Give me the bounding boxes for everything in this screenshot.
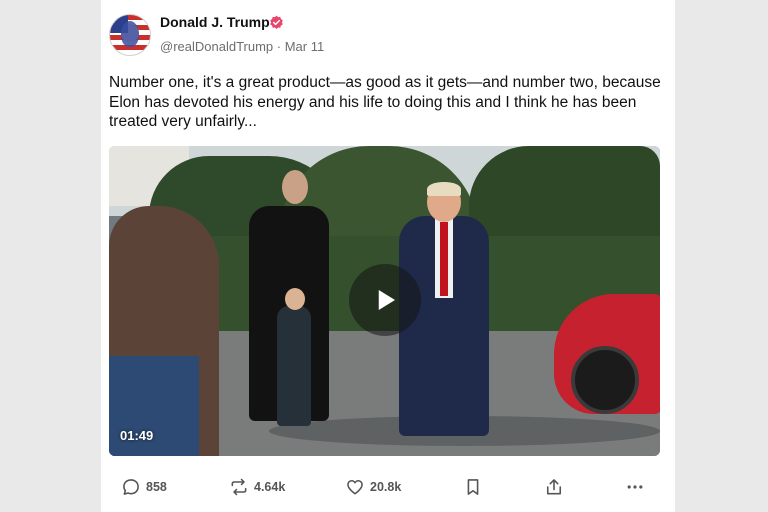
share-button[interactable] <box>544 470 564 504</box>
meta-separator: · <box>273 39 285 54</box>
comment-icon <box>123 479 139 495</box>
author-name[interactable]: Donald J. Trump <box>160 14 270 30</box>
video-player[interactable]: 01:49 <box>109 146 660 456</box>
video-duration: 01:49 <box>120 428 154 443</box>
like-button[interactable]: 20.8k <box>345 470 401 504</box>
post-meta: @realDonaldTrump · Mar 11 <box>160 39 324 54</box>
bookmark-icon <box>467 479 479 495</box>
play-button[interactable] <box>349 264 421 336</box>
reply-count: 858 <box>146 480 167 494</box>
play-icon <box>378 290 395 310</box>
reply-button[interactable]: 858 <box>121 470 167 504</box>
video-frame-child-head <box>285 288 305 310</box>
post-date[interactable]: Mar 11 <box>285 39 325 54</box>
heart-icon <box>347 479 363 495</box>
bookmark-button[interactable] <box>463 470 483 504</box>
verified-badge-icon <box>270 15 283 29</box>
share-icon <box>546 479 562 495</box>
repost-icon <box>231 478 247 496</box>
post-text: Number one, it's a great product—as good… <box>109 74 661 130</box>
repost-count: 4.64k <box>254 480 286 494</box>
post-card: Donald J. Trump @realDonaldTrump · Mar 1… <box>101 0 675 512</box>
repost-button[interactable]: 4.64k <box>229 470 285 504</box>
avatar[interactable] <box>109 14 151 56</box>
more-button[interactable] <box>625 470 645 504</box>
video-frame-tie <box>440 222 448 296</box>
more-icon <box>627 485 643 489</box>
video-frame-child <box>277 306 311 426</box>
video-frame-person-head <box>282 170 308 204</box>
author-handle[interactable]: @realDonaldTrump <box>160 39 273 54</box>
video-frame-hair <box>427 182 461 196</box>
video-frame-wheel <box>571 346 639 414</box>
post-actions: 858 4.64k 20.8k <box>101 470 675 504</box>
like-count: 20.8k <box>370 480 402 494</box>
